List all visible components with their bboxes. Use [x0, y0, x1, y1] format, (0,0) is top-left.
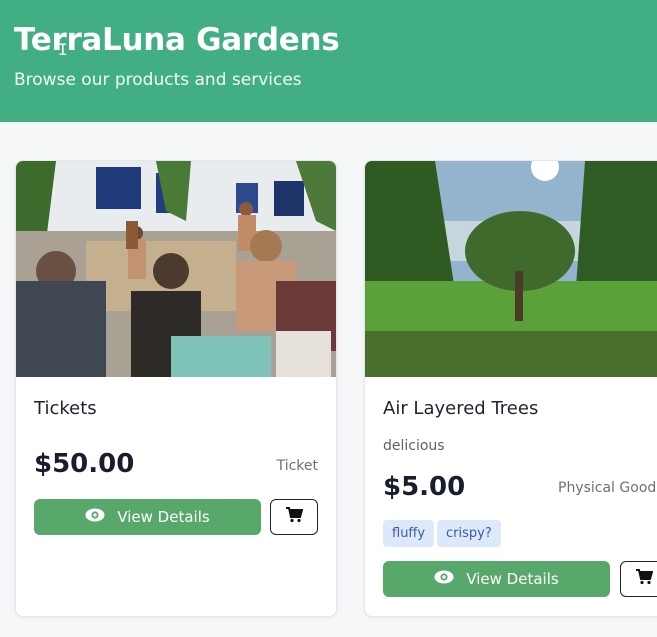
view-details-label: View Details [466, 570, 559, 588]
product-description: delicious [383, 438, 445, 454]
add-to-cart-button[interactable] [620, 561, 657, 597]
product-type: Ticket [276, 458, 318, 474]
cart-icon [635, 569, 654, 589]
view-details-label: View Details [117, 508, 210, 526]
product-title: Tickets [34, 398, 97, 419]
product-type: Physical Good [558, 480, 657, 496]
product-price: $5.00 [383, 472, 466, 502]
product-image[interactable] [16, 161, 336, 377]
product-price: $50.00 [34, 449, 135, 479]
cart-icon [285, 507, 304, 527]
text-cursor-icon: I [58, 40, 68, 59]
site-header: TerraLuna Gardens Browse our products an… [0, 0, 657, 122]
product-tag: crispy? [437, 520, 501, 547]
view-details-button[interactable]: View Details [34, 499, 261, 535]
product-image[interactable] [365, 161, 657, 377]
product-title: Air Layered Trees [383, 398, 539, 419]
product-card-air-layered-trees: Air Layered Trees delicious $5.00 Physic… [364, 160, 657, 617]
eye-icon [85, 508, 105, 526]
eye-icon [434, 570, 454, 588]
product-card-tickets: Tickets $50.00 Ticket View Details [15, 160, 337, 617]
add-to-cart-button[interactable] [270, 499, 318, 535]
product-tag: fluffy [383, 520, 435, 547]
view-details-button[interactable]: View Details [383, 561, 610, 597]
page-subtitle: Browse our products and services [14, 70, 302, 90]
